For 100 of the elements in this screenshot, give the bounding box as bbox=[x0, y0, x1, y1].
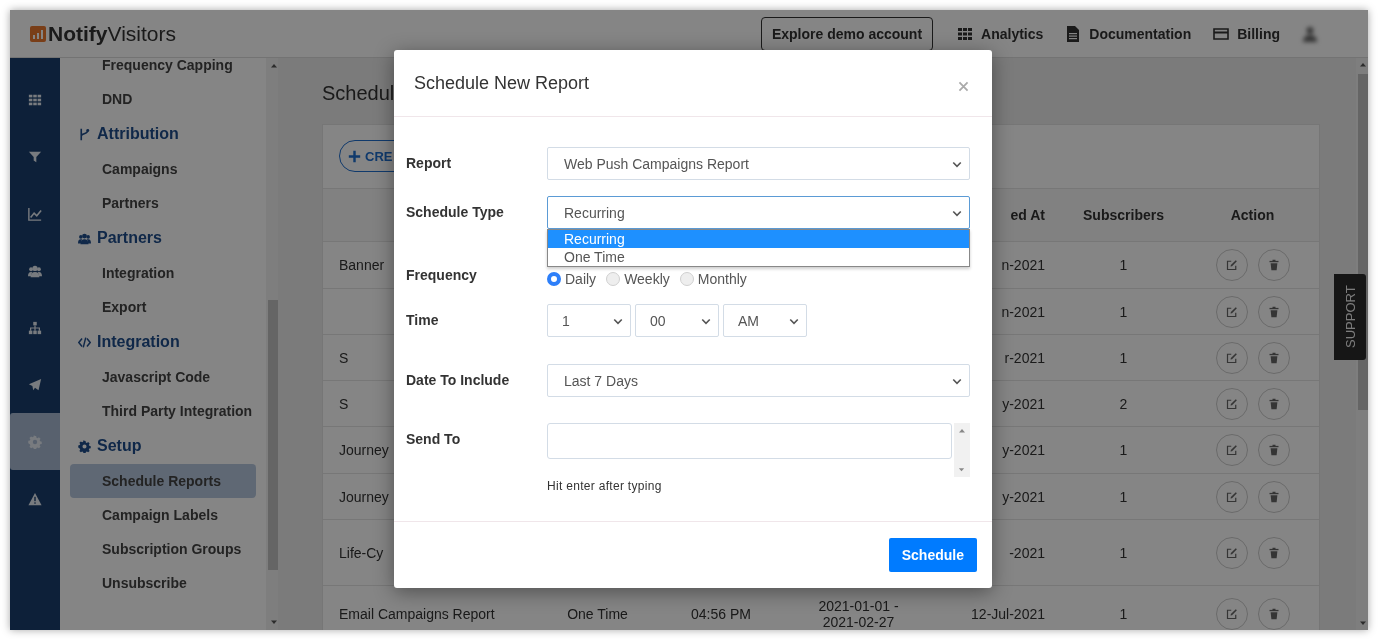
table-cell: Email Campaigns Report bbox=[339, 606, 495, 622]
sidebar-item[interactable]: Frequency Capping bbox=[70, 58, 257, 82]
sidebar-item[interactable]: Campaign Labels bbox=[70, 498, 257, 532]
branch-icon bbox=[78, 127, 91, 141]
delete-button[interactable] bbox=[1257, 434, 1290, 466]
send-to-field[interactable] bbox=[547, 423, 952, 459]
line-chart-icon bbox=[28, 206, 42, 221]
trash-icon bbox=[1267, 351, 1280, 364]
sidebar-item[interactable]: DND bbox=[70, 82, 257, 116]
schedule-button[interactable]: Schedule bbox=[888, 538, 977, 572]
edit-button[interactable] bbox=[1215, 341, 1248, 374]
field-label: Send To bbox=[406, 430, 462, 449]
delete-button[interactable] bbox=[1257, 249, 1290, 281]
modal-title: Schedule New Report bbox=[414, 72, 591, 94]
delete-button[interactable] bbox=[1257, 598, 1290, 630]
sidebar-item[interactable]: Export bbox=[70, 290, 257, 324]
trash-icon bbox=[1267, 490, 1280, 503]
trash-icon bbox=[1267, 546, 1280, 559]
hierarchy-icon bbox=[28, 320, 42, 335]
edit-button[interactable] bbox=[1215, 598, 1248, 630]
nav-link[interactable]: Analytics bbox=[957, 25, 1044, 42]
sidebar-item[interactable]: Integration bbox=[70, 256, 257, 290]
scroll-down-icon bbox=[1359, 619, 1367, 627]
schedule-type-select[interactable]: Recurring bbox=[547, 196, 970, 229]
edit-button[interactable] bbox=[1215, 249, 1248, 281]
scroll-down-icon bbox=[958, 466, 965, 473]
sidebar-item[interactable]: Javascript Code bbox=[70, 360, 257, 394]
delete-button[interactable] bbox=[1257, 480, 1290, 513]
code-icon bbox=[78, 335, 91, 349]
trash-icon bbox=[1267, 259, 1280, 271]
nav-link[interactable]: Documentation bbox=[1065, 25, 1192, 42]
delete-button[interactable] bbox=[1257, 536, 1290, 569]
edit-icon bbox=[1225, 444, 1238, 456]
field-label: Schedule Type bbox=[406, 203, 505, 222]
trash-icon bbox=[1267, 444, 1280, 456]
edit-icon bbox=[1225, 305, 1238, 318]
table-cell: y-2021 bbox=[1002, 488, 1045, 505]
sidebar-item[interactable]: Campaigns bbox=[70, 152, 257, 186]
scroll-up-icon bbox=[270, 62, 278, 70]
column-header: ed At bbox=[1010, 207, 1045, 223]
section-title: Attribution bbox=[97, 125, 179, 143]
dropdown-option[interactable]: One Time bbox=[548, 248, 969, 266]
radio-option[interactable]: Monthly bbox=[679, 268, 747, 290]
close-icon bbox=[957, 79, 970, 93]
radio-option[interactable]: Daily bbox=[547, 268, 597, 290]
field-label: Frequency bbox=[406, 266, 478, 285]
table-cell: y-2021 bbox=[1002, 442, 1045, 458]
table-cell: 1 bbox=[1119, 349, 1128, 366]
report-select[interactable]: Web Push Campaigns Report bbox=[547, 147, 970, 180]
support-tab[interactable]: SUPPORT bbox=[1334, 274, 1366, 360]
explore-demo-button[interactable]: Explore demo account bbox=[760, 16, 934, 51]
trash-icon bbox=[1267, 608, 1280, 620]
edit-icon bbox=[1225, 259, 1238, 271]
edit-button[interactable] bbox=[1215, 295, 1248, 328]
table-cell: -2021 bbox=[1009, 544, 1045, 561]
users-icon bbox=[78, 231, 91, 245]
table-cell: 1 bbox=[1119, 442, 1128, 458]
scrollbar[interactable] bbox=[954, 423, 970, 477]
sidebar-item[interactable]: Subscription Groups bbox=[70, 532, 257, 566]
grid-icon bbox=[957, 25, 974, 42]
logo-icon bbox=[30, 25, 46, 42]
edit-button[interactable] bbox=[1215, 536, 1248, 569]
edit-icon bbox=[1225, 546, 1238, 559]
settings-icon bbox=[78, 439, 91, 453]
sidebar-item[interactable]: Unsubscribe bbox=[70, 566, 257, 600]
table-cell: y-2021 bbox=[1002, 395, 1045, 412]
section-title: Setup bbox=[97, 437, 142, 455]
radio-button[interactable] bbox=[547, 272, 561, 286]
table-cell: n-2021 bbox=[1001, 257, 1045, 273]
sidebar-item[interactable]: Third Party Integration bbox=[70, 394, 257, 428]
table-cell: 12-Jul-2021 bbox=[971, 606, 1045, 622]
edit-button[interactable] bbox=[1215, 387, 1248, 420]
nav-link[interactable]: Billing bbox=[1213, 25, 1280, 42]
table-cell: Journey bbox=[339, 488, 389, 505]
time-select[interactable]: 1 bbox=[547, 304, 631, 337]
time-select[interactable]: 00 bbox=[635, 304, 719, 337]
brand-name: NotifyVisitors bbox=[48, 21, 176, 46]
time-select[interactable]: AM bbox=[723, 304, 807, 337]
edit-button[interactable] bbox=[1215, 480, 1248, 513]
date-range-select[interactable]: Last 7 Days bbox=[547, 364, 970, 397]
dropdown-option[interactable]: Recurring bbox=[548, 230, 969, 248]
scrollbar[interactable] bbox=[266, 58, 278, 630]
sidebar-item[interactable]: Schedule Reports bbox=[70, 464, 257, 498]
card-icon bbox=[1213, 25, 1230, 42]
trash-icon bbox=[1267, 397, 1280, 410]
edit-button[interactable] bbox=[1215, 434, 1248, 466]
users-icon bbox=[28, 263, 42, 278]
paper-plane-icon bbox=[28, 377, 42, 392]
delete-button[interactable] bbox=[1257, 295, 1290, 328]
close-button[interactable] bbox=[957, 79, 970, 93]
delete-button[interactable] bbox=[1257, 341, 1290, 374]
scroll-up-icon bbox=[958, 427, 966, 435]
sidebar-item[interactable]: Partners bbox=[70, 186, 257, 220]
edit-icon bbox=[1225, 608, 1238, 620]
radio-option[interactable]: Weekly bbox=[606, 268, 670, 290]
table-cell: 1 bbox=[1119, 257, 1128, 273]
delete-button[interactable] bbox=[1257, 387, 1290, 420]
table-cell: One Time bbox=[567, 606, 628, 622]
warning-icon bbox=[28, 491, 42, 506]
scroll-down-icon bbox=[270, 618, 278, 626]
